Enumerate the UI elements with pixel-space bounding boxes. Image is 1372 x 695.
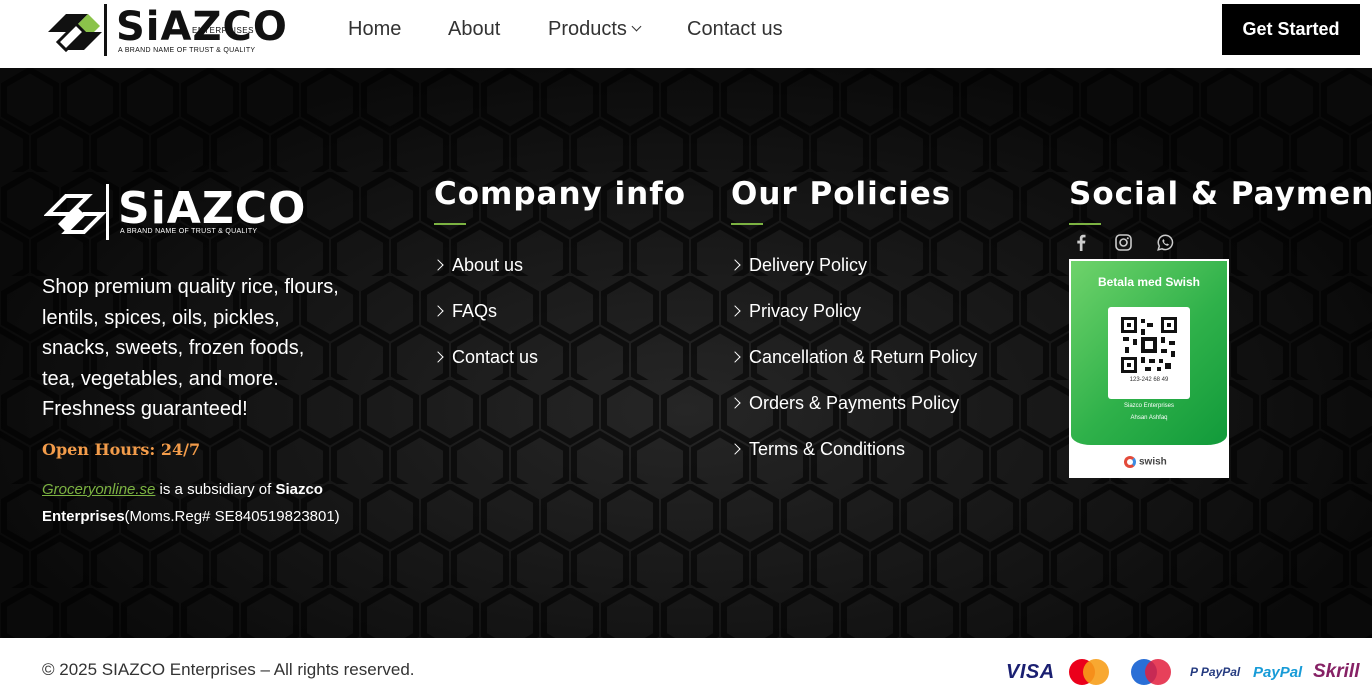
swish-logo-text: swish [1139, 456, 1167, 468]
logo-mark-icon [44, 184, 109, 240]
swish-number: 123-242 68 49 [1129, 377, 1169, 383]
company-info-title: Company info [434, 176, 687, 212]
nav-home[interactable]: Home [348, 18, 401, 40]
logo-enterprises: ENTERPRISES [192, 26, 254, 35]
site-footer: SiAZCO A BRAND NAME OF TRUST & QUALITY S… [0, 68, 1372, 638]
nav-products[interactable]: Products [548, 18, 642, 40]
bottom-bar: © 2025 SIAZCO Enterprises – All rights r… [0, 638, 1372, 695]
footer-description: Shop premium quality rice, flours, lenti… [42, 276, 339, 420]
chevron-down-icon [631, 21, 642, 32]
social-icons [1069, 232, 1177, 252]
instagram-icon[interactable] [1111, 232, 1135, 252]
link-label: Contact us [452, 346, 539, 367]
paypal-logo: PayPal [1253, 663, 1303, 681]
chevron-right-icon [729, 259, 741, 271]
groceryonline-link[interactable]: Groceryonline.se [42, 481, 155, 498]
title-underline [434, 223, 466, 225]
copyright: © 2025 SIAZCO Enterprises – All rights r… [42, 660, 415, 679]
facebook-icon[interactable] [1069, 232, 1093, 252]
swish-qr-box: 123-242 68 49 [1108, 307, 1190, 399]
chevron-right-icon [729, 351, 741, 363]
title-underline [731, 223, 763, 225]
swish-logo: swish [1124, 456, 1167, 468]
link-faqs[interactable]: FAQs [432, 288, 538, 334]
link-label: Delivery Policy [749, 254, 868, 275]
link-label: FAQs [452, 300, 498, 321]
swish-company: Siazco Enterprises [1123, 403, 1175, 409]
qr-code-icon [1121, 317, 1177, 373]
link-label: About us [452, 254, 524, 275]
link-privacy-policy[interactable]: Privacy Policy [729, 288, 977, 334]
whatsapp-icon[interactable] [1153, 232, 1177, 252]
footer-logo[interactable]: SiAZCO A BRAND NAME OF TRUST & QUALITY [44, 180, 305, 244]
title-underline [1069, 223, 1101, 225]
maestro-logo [1128, 658, 1174, 686]
swish-title: Betala med Swish [1097, 275, 1201, 289]
logo-mark-icon [48, 4, 107, 56]
policies-title: Our Policies [731, 176, 952, 212]
footer-logo-tagline: A BRAND NAME OF TRUST & QUALITY [120, 228, 258, 235]
link-label: Orders & Payments Policy [749, 392, 960, 413]
social-payments-title: Social & Payments [1069, 176, 1372, 212]
nav-contact[interactable]: Contact us [687, 18, 783, 40]
subsidiary-note: Groceryonline.se is a subsidiary of Siaz… [42, 476, 352, 530]
logo-tagline: A BRAND NAME OF TRUST & QUALITY [118, 47, 256, 54]
site-logo[interactable]: SiAZCO ENTERPRISES A BRAND NAME OF TRUST… [44, 2, 287, 60]
get-started-button[interactable]: Get Started [1222, 4, 1360, 55]
nav-about[interactable]: About [448, 18, 500, 40]
chevron-right-icon [432, 351, 444, 363]
swish-qr-card: Betala med Swish 123-242 68 49 Siazco En… [1069, 259, 1229, 478]
chevron-right-icon [729, 305, 741, 317]
link-terms-conditions[interactable]: Terms & Conditions [729, 426, 977, 472]
swish-owner: Ahsan Ashfaq [1130, 415, 1168, 421]
link-label: Cancellation & Return Policy [749, 346, 978, 367]
link-orders-payments-policy[interactable]: Orders & Payments Policy [729, 380, 977, 426]
mastercard-logo [1066, 658, 1112, 686]
nav-products-label: Products [548, 18, 627, 40]
visa-logo: VISA [1006, 660, 1055, 683]
link-about-us[interactable]: About us [432, 242, 538, 288]
link-delivery-policy[interactable]: Delivery Policy [729, 242, 977, 288]
link-label: Privacy Policy [749, 300, 862, 321]
chevron-right-icon [432, 259, 444, 271]
swish-icon [1124, 456, 1136, 468]
moms-reg: (Moms.Reg# SE840519823801) [124, 508, 340, 525]
swish-panel: Betala med Swish 123-242 68 49 Siazco En… [1071, 261, 1227, 445]
paypal-small-logo: P PayPal [1190, 665, 1241, 679]
skrill-logo: Skrill [1313, 661, 1360, 682]
chevron-right-icon [729, 443, 741, 455]
subsidiary-middle: is a subsidiary of [155, 481, 276, 498]
site-header: SiAZCO ENTERPRISES A BRAND NAME OF TRUST… [0, 0, 1372, 68]
link-label: Terms & Conditions [749, 438, 906, 459]
policies-links: Delivery Policy Privacy Policy Cancellat… [729, 242, 978, 472]
chevron-right-icon [729, 397, 741, 409]
link-cancellation-return-policy[interactable]: Cancellation & Return Policy [729, 334, 978, 380]
company-info-links: About us FAQs Contact us [432, 242, 539, 380]
open-hours: Open Hours: 24/7 [42, 440, 201, 459]
link-contact-us[interactable]: Contact us [432, 334, 539, 380]
chevron-right-icon [432, 305, 444, 317]
